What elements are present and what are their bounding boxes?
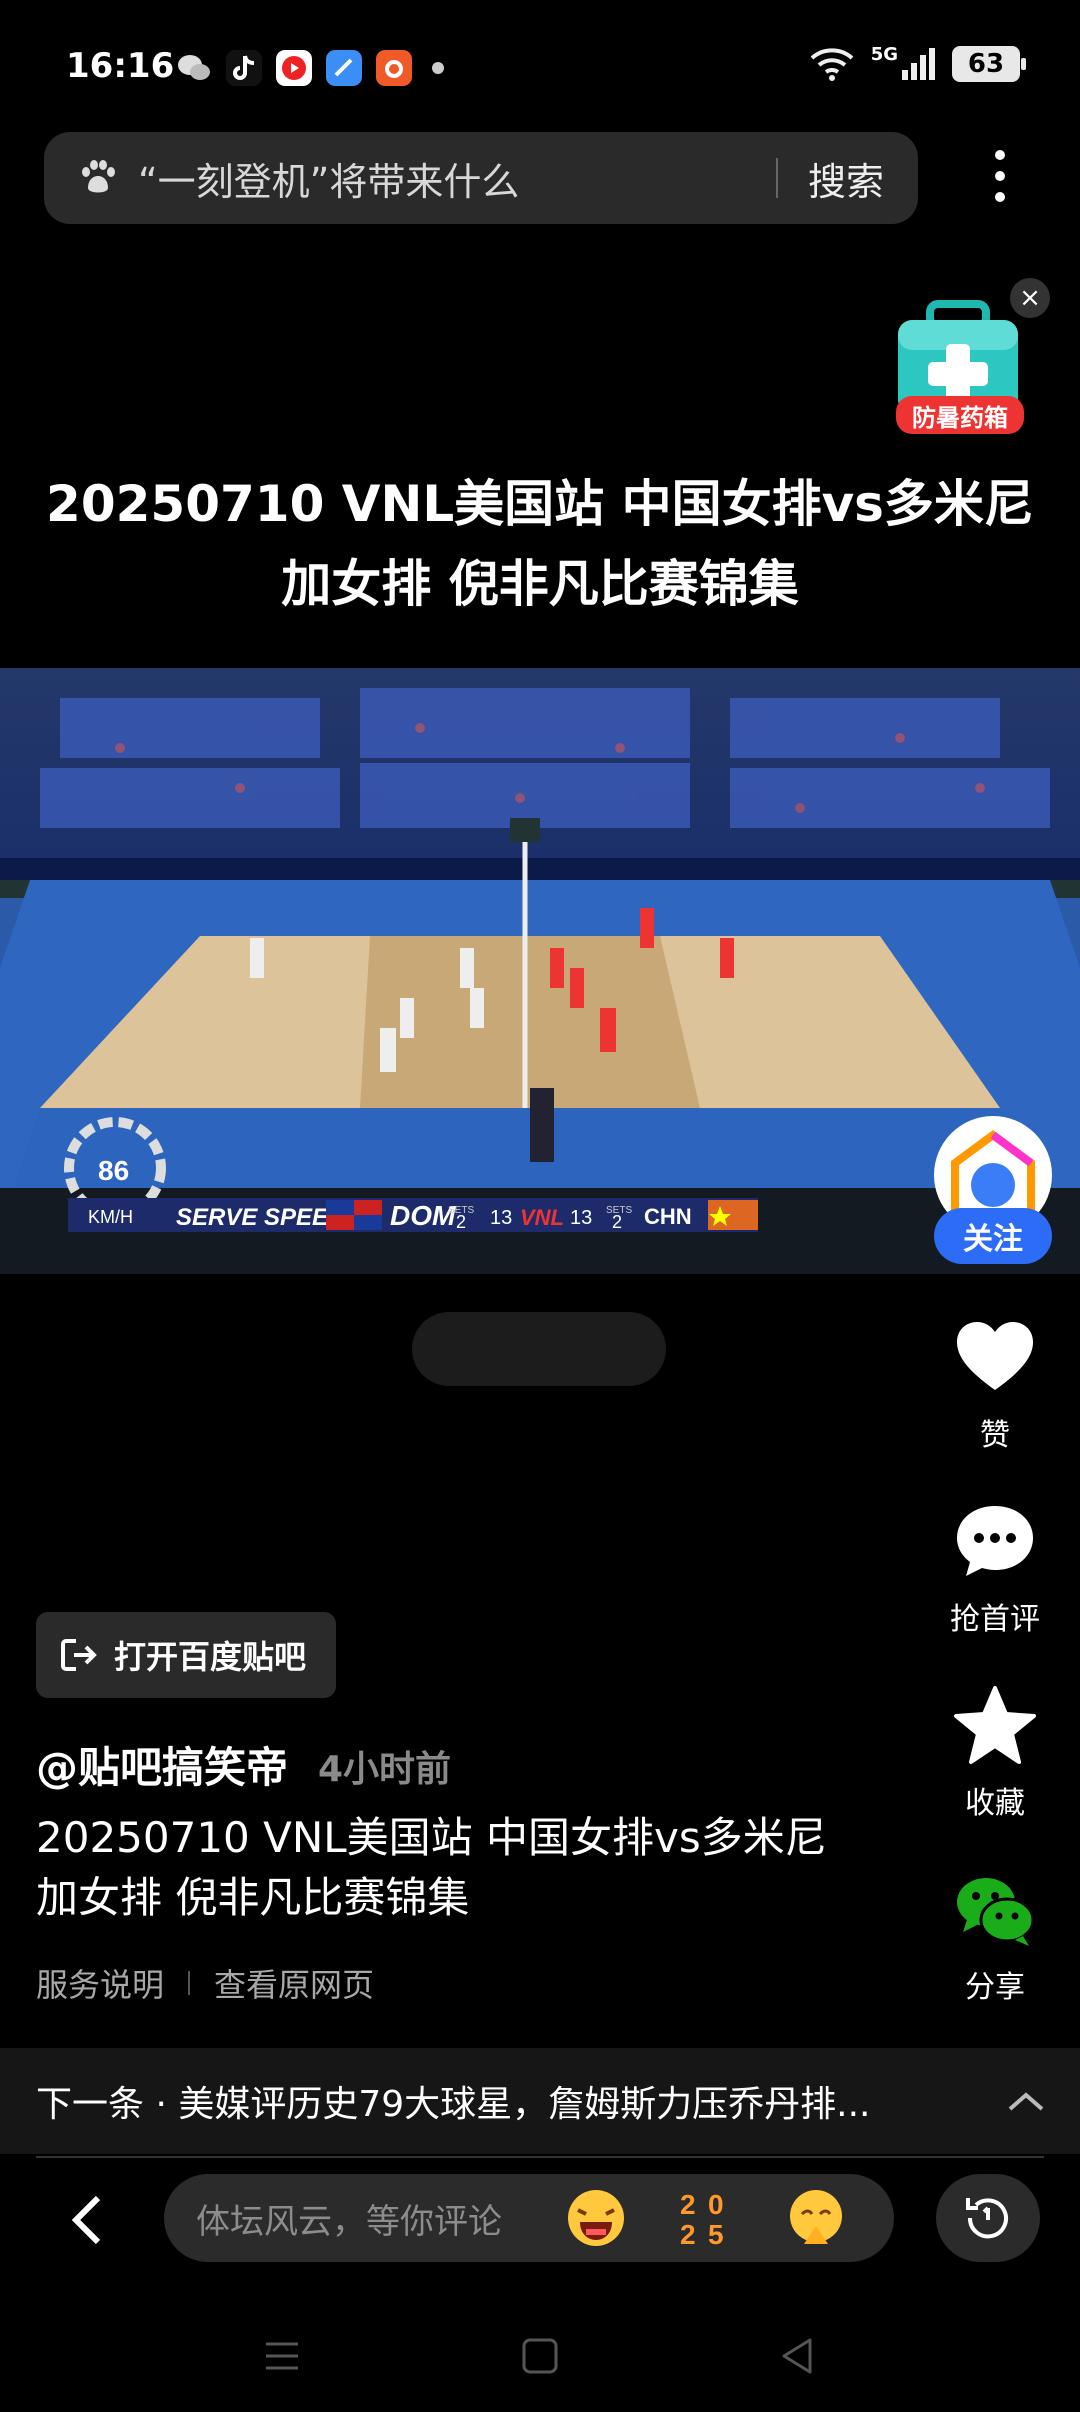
system-navigation-bar <box>0 2300 1080 2412</box>
network-type-label: 5G <box>870 43 898 65</box>
search-bar[interactable]: “一刻登机”将带来什么 搜索 <box>44 132 918 224</box>
sets-a-value: 2 <box>456 1212 466 1232</box>
tiktok-notification-icon <box>226 50 262 86</box>
2025-sticker-icon[interactable]: 2 0 2 5 <box>674 2186 738 2250</box>
status-system-icons: 5G 63 <box>809 43 1026 82</box>
heart-icon <box>957 1322 1033 1390</box>
wechat-notification-icon <box>176 50 212 86</box>
history-icon <box>966 2198 1008 2239</box>
baidu-paw-icon <box>82 160 115 193</box>
video-app-notification-icon <box>276 50 312 86</box>
open-app-icon <box>61 1639 97 1671</box>
wechat-icon <box>957 1878 1035 1946</box>
video-title: 20250710 VNL美国站 中国女排vs多米尼加女排 倪非凡比赛锦集 <box>46 475 1034 613</box>
signal-icon <box>902 48 935 80</box>
favorite-action[interactable]: 收藏 <box>940 1684 1050 1822</box>
shopping-app-notification-icon <box>376 50 412 86</box>
favorite-label: 收藏 <box>965 1786 1025 1821</box>
more-options-icon[interactable] <box>980 146 1020 206</box>
service-info-link[interactable]: 服务说明 <box>36 1960 164 2006</box>
serve-speed-value: 86 <box>98 1155 129 1186</box>
search-query-text[interactable]: “一刻登机”将带来什么 <box>138 151 776 206</box>
like-label: 赞 <box>980 1418 1010 1453</box>
battery-indicator: 63 <box>952 46 1026 82</box>
comment-action[interactable]: 抢首评 <box>940 1500 1050 1638</box>
next-item-text[interactable]: 下一条 · 美媒评历史79大球星，詹姆斯力压乔丹排... <box>36 2075 996 2127</box>
svg-text:0: 0 <box>708 2189 724 2220</box>
chevron-up-icon[interactable] <box>996 2081 1056 2121</box>
more-notifications-dot <box>432 62 444 74</box>
video-frame: 86 KM/H SERVE SPEED DOM SETS 2 13 VNL 13… <box>0 668 1080 1274</box>
comment-input[interactable]: 体坛风云，等你评论 2 0 2 5 <box>164 2174 894 2262</box>
follow-button[interactable]: 关注 <box>934 1208 1052 1264</box>
recent-apps-icon[interactable] <box>258 2332 306 2380</box>
back-nav-icon[interactable] <box>774 2332 822 2380</box>
praying-emoji-icon[interactable] <box>784 2186 848 2250</box>
vnl-logo-text: VNL <box>520 1205 564 1230</box>
link-separator <box>188 1971 191 1995</box>
status-notification-icons <box>176 50 444 86</box>
divider <box>36 2156 1044 2158</box>
svg-text:2: 2 <box>680 2219 696 2250</box>
score-b-value: 13 <box>570 1207 592 1229</box>
serve-speed-label: SERVE SPEED <box>176 1204 345 1231</box>
open-tieba-label: 打开百度贴吧 <box>114 1638 307 1676</box>
ad-label[interactable]: 防暑药箱 <box>896 396 1024 434</box>
share-history-button[interactable] <box>936 2174 1040 2262</box>
team-a-label: DOM <box>390 1200 456 1231</box>
like-action[interactable]: 赞 <box>940 1316 1050 1454</box>
back-arrow-icon[interactable] <box>60 2190 120 2250</box>
wifi-icon <box>810 48 854 81</box>
comment-bubble-icon <box>957 1506 1033 1576</box>
comment-placeholder[interactable]: 体坛风云，等你评论 <box>196 2194 564 2243</box>
browser-app-notification-icon <box>326 50 362 86</box>
comment-label: 抢首评 <box>950 1602 1040 1637</box>
status-time: 16:16 <box>66 46 175 86</box>
open-tieba-button[interactable]: 打开百度贴吧 <box>36 1612 336 1698</box>
score-a-value: 13 <box>490 1207 512 1229</box>
sets-b-value: 2 <box>612 1212 622 1232</box>
video-player[interactable]: 86 KM/H SERVE SPEED DOM SETS 2 13 VNL 13… <box>0 668 1080 1274</box>
author-name[interactable]: @贴吧搞笑帝 <box>36 1734 288 1795</box>
laughing-emoji-icon[interactable] <box>564 2186 628 2250</box>
star-icon <box>954 1686 1036 1764</box>
team-b-label: CHN <box>644 1204 692 1229</box>
svg-text:5: 5 <box>708 2219 724 2250</box>
search-button[interactable]: 搜索 <box>778 151 918 206</box>
serve-speed-unit: KM/H <box>88 1207 133 1227</box>
share-action[interactable]: 分享 <box>940 1868 1050 2006</box>
view-original-link[interactable]: 查看原网页 <box>214 1960 374 2006</box>
home-icon[interactable] <box>516 2332 564 2380</box>
post-description: 20250710 VNL美国站 中国女排vs多米尼加女排 倪非凡比赛锦集 <box>36 1813 827 1922</box>
status-bar: 16:16 5G 63 <box>0 0 1080 130</box>
share-label: 分享 <box>965 1970 1025 2005</box>
next-item-bar[interactable]: 下一条 · 美媒评历史79大球星，詹姆斯力压乔丹排... <box>0 2048 1080 2154</box>
blurred-overlay-pill <box>412 1312 666 1386</box>
post-time: 4小时前 <box>318 1749 452 1790</box>
svg-text:2: 2 <box>680 2189 696 2220</box>
service-links: 服务说明 查看原网页 <box>36 1960 374 2006</box>
